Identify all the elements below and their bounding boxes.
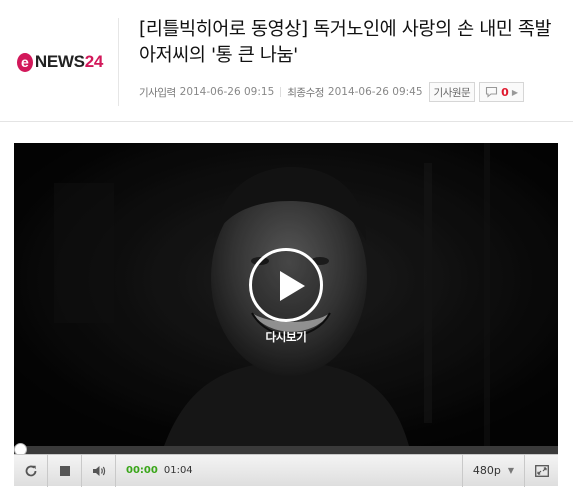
quality-value: 480p bbox=[472, 464, 501, 477]
chevron-right-icon: ▶ bbox=[511, 87, 518, 97]
logo-e-icon: e bbox=[17, 52, 33, 72]
video-frame[interactable]: 다시보기 bbox=[14, 143, 558, 446]
play-button[interactable] bbox=[249, 248, 323, 322]
comment-button[interactable]: 0 ▶ bbox=[479, 82, 524, 102]
header-divider bbox=[118, 18, 119, 106]
stop-icon bbox=[59, 465, 70, 476]
article-title: [리틀빅히어로 동영상] 독거노인에 사랑의 손 내민 족발아저씨의 '통 큰 … bbox=[139, 19, 552, 66]
refresh-button[interactable] bbox=[14, 454, 48, 487]
original-article-button[interactable]: 기사원문 bbox=[428, 82, 476, 102]
duration: 01:04 bbox=[163, 465, 193, 476]
fullscreen-icon bbox=[534, 464, 549, 477]
replay-label[interactable]: 다시보기 bbox=[246, 329, 326, 345]
comment-count: 0 bbox=[501, 85, 509, 99]
quality-select[interactable]: 480p ▼ bbox=[461, 454, 524, 487]
time-display: 00:00 01:04 bbox=[126, 465, 193, 476]
volume-icon bbox=[92, 465, 105, 476]
video-player[interactable]: 다시보기 00:00 01:04 480p ▼ bbox=[14, 143, 558, 487]
progress-bar[interactable] bbox=[14, 443, 558, 456]
control-bar: 00:00 01:04 480p ▼ bbox=[14, 454, 558, 487]
meta-divider bbox=[280, 87, 282, 97]
stop-button[interactable] bbox=[48, 454, 82, 487]
article-header: e NEWS24 [리틀빅히어로 동영상] 독거노인에 사랑의 손 내민 족발아… bbox=[0, 0, 573, 122]
volume-button[interactable] bbox=[82, 454, 116, 487]
play-icon bbox=[280, 271, 305, 301]
chevron-down-icon: ▼ bbox=[507, 466, 514, 475]
speech-bubble-icon bbox=[486, 86, 498, 98]
current-time: 00:00 bbox=[126, 465, 158, 476]
fullscreen-button[interactable] bbox=[524, 454, 558, 487]
logo-wordmark: NEWS24 bbox=[34, 52, 103, 71]
modified-date: 2014-06-26 09:45 bbox=[327, 86, 423, 98]
article-meta: 기사입력 2014-06-26 09:15 최종수정 2014-06-26 09… bbox=[139, 82, 524, 102]
site-logo[interactable]: e NEWS24 bbox=[17, 48, 103, 76]
refresh-icon bbox=[25, 465, 36, 476]
modified-label: 최종수정 bbox=[287, 86, 324, 99]
published-date: 2014-06-26 09:15 bbox=[179, 86, 275, 98]
published-label: 기사입력 bbox=[139, 86, 176, 99]
